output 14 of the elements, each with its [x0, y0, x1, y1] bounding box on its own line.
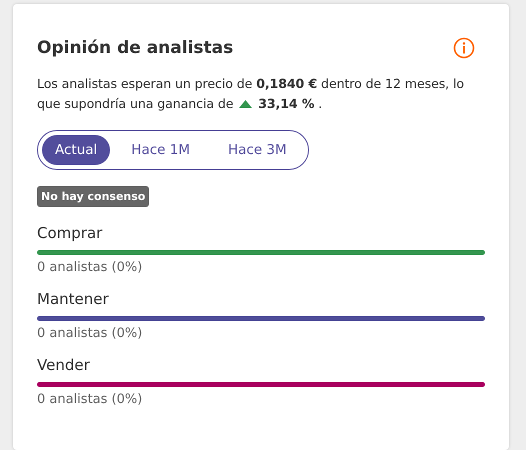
period-tab[interactable]: Actual — [42, 135, 110, 165]
analyst-count: 0 analistas (0%) — [37, 392, 144, 407]
period-tab[interactable]: Hace 3M — [210, 135, 304, 165]
period-tab[interactable]: Hace 1M — [114, 135, 207, 165]
analyst-count: 0 analistas (0%) — [37, 260, 144, 275]
card-title: Opinión de analistas — [37, 38, 234, 58]
rating-label: Vender — [37, 356, 91, 374]
up-triangle-icon — [239, 100, 252, 108]
info-icon[interactable] — [453, 37, 475, 59]
forecast-text: Los analistas esperan un precio de 0,1840 € dentro de 12 meses, lo que supondría una ganancia de 33,14 % . — [37, 75, 465, 113]
consensus-badge: No hay consenso — [37, 186, 150, 207]
rating-label: Mantener — [37, 290, 110, 308]
analyst-count: 0 analistas (0%) — [37, 326, 144, 341]
rating-label: Comprar — [37, 224, 104, 242]
